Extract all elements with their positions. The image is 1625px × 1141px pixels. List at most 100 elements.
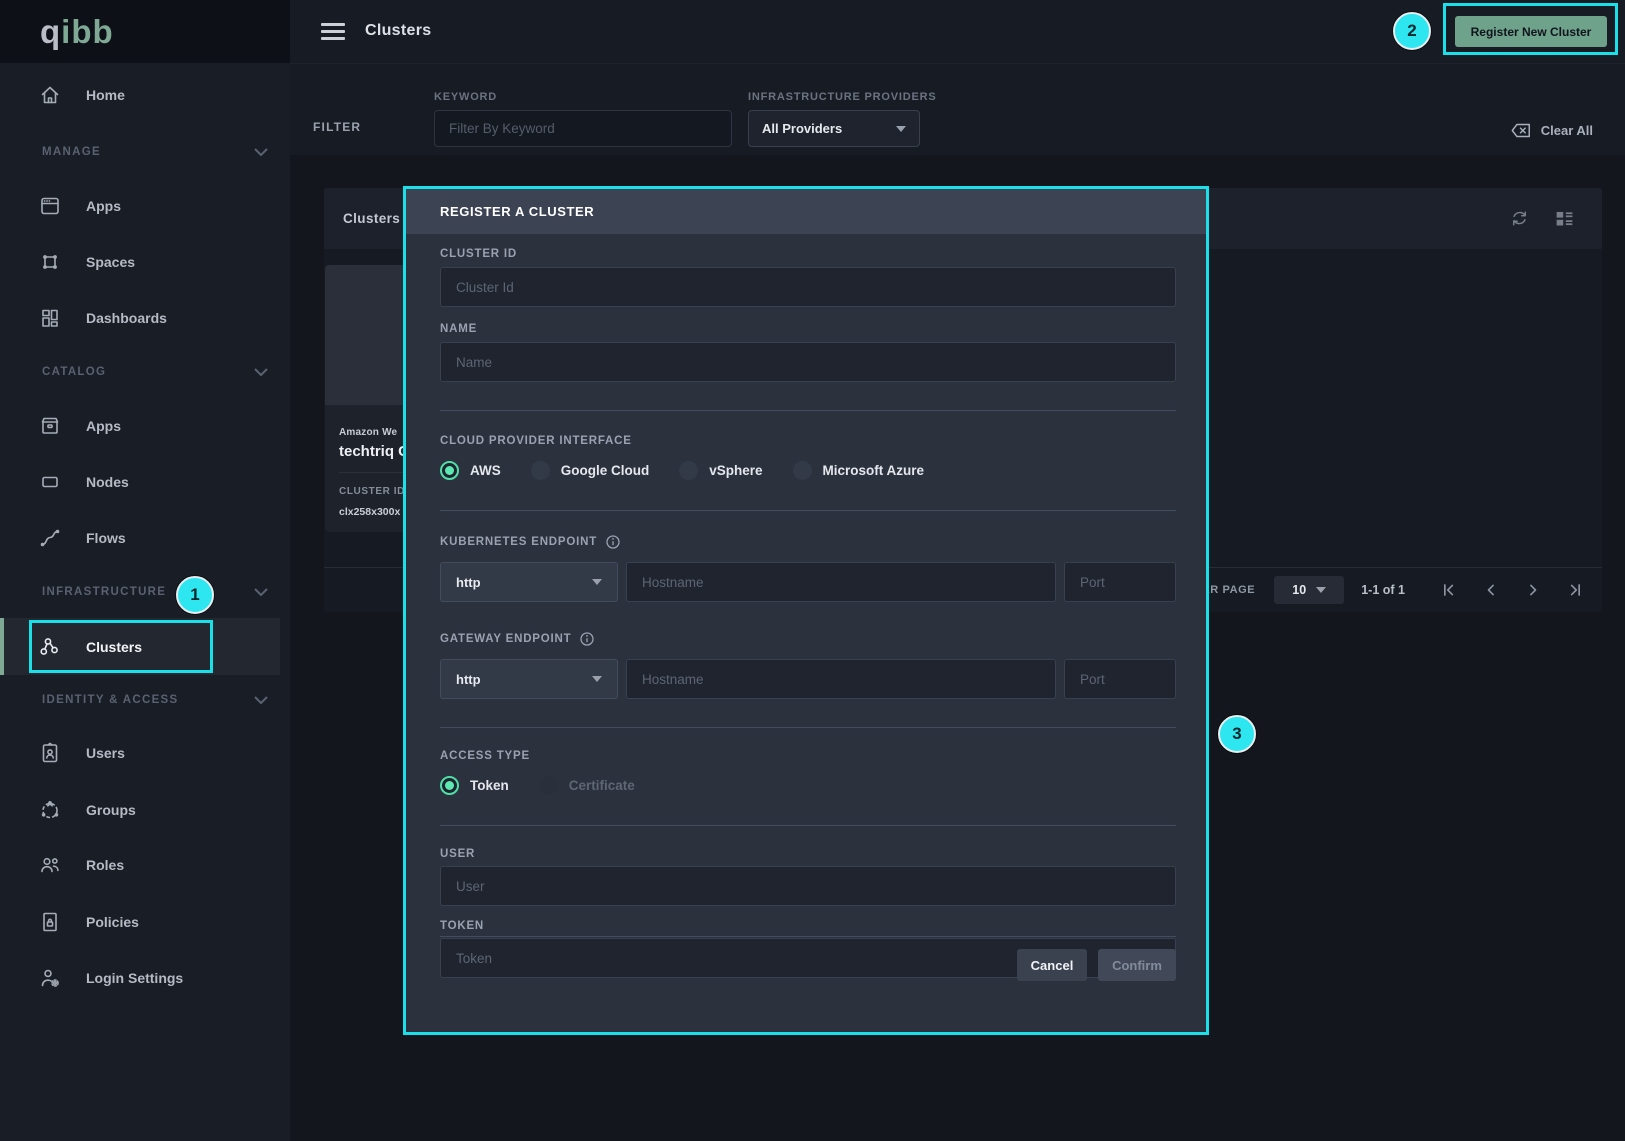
sidebar-item-flows[interactable]: Flows <box>0 518 290 558</box>
chevron-down-icon <box>1316 587 1326 593</box>
radio-google-cloud[interactable]: Google Cloud <box>531 461 650 480</box>
modal-title: REGISTER A CLUSTER <box>406 189 1206 234</box>
radio-certificate: Certificate <box>539 776 635 795</box>
first-page-icon[interactable] <box>1439 580 1459 600</box>
radio-vsphere[interactable]: vSphere <box>679 461 762 480</box>
sidebar-item-label: Policies <box>86 914 139 930</box>
radio-aws[interactable]: AWS <box>440 461 501 480</box>
sidebar-item-label: Spaces <box>86 254 135 270</box>
sidebar-section-catalog[interactable]: CATALOG <box>0 359 290 385</box>
cluster-id-input[interactable] <box>440 267 1176 307</box>
users-badge-icon <box>38 741 62 765</box>
radio-icon <box>531 461 550 480</box>
sidebar: qibb Home MANAGE Apps Spaces <box>0 0 290 1141</box>
gateway-scheme-select[interactable]: http <box>440 659 618 699</box>
refresh-icon[interactable] <box>1509 208 1530 229</box>
sidebar-item-label: Flows <box>86 530 126 546</box>
sidebar-item-groups[interactable]: Groups <box>0 790 290 830</box>
k8s-hostname-input[interactable] <box>626 562 1056 602</box>
sidebar-item-login-settings[interactable]: Login Settings <box>0 958 290 998</box>
sidebar-section-manage[interactable]: MANAGE <box>0 139 290 165</box>
active-item-accent-bar <box>0 618 4 675</box>
chevron-down-icon <box>254 368 268 376</box>
section-divider <box>440 510 1176 511</box>
home-icon <box>38 83 62 107</box>
clusters-icon <box>38 635 62 659</box>
name-input[interactable] <box>440 342 1176 382</box>
menu-icon[interactable] <box>321 23 345 40</box>
qibb-logo: qibb <box>40 13 114 51</box>
section-divider <box>440 727 1176 728</box>
roles-people-icon <box>38 853 62 877</box>
sidebar-item-label: Login Settings <box>86 970 183 986</box>
logo-block[interactable]: qibb <box>0 0 290 63</box>
radio-microsoft-azure[interactable]: Microsoft Azure <box>793 461 925 480</box>
per-page-select[interactable]: 10 <box>1274 576 1344 604</box>
sidebar-item-apps-catalog[interactable]: Apps <box>0 406 290 446</box>
nodes-icon <box>38 470 62 494</box>
gateway-port-input[interactable] <box>1064 659 1176 699</box>
gateway-hostname-input[interactable] <box>626 659 1056 699</box>
filter-label: FILTER <box>313 120 361 134</box>
apps-box-icon <box>38 414 62 438</box>
previous-page-icon[interactable] <box>1481 580 1501 600</box>
sidebar-section-infrastructure[interactable]: INFRASTRUCTURE <box>0 579 290 605</box>
chevron-down-icon <box>254 148 268 156</box>
info-icon[interactable] <box>606 535 620 549</box>
providers-select[interactable]: All Providers <box>748 110 920 147</box>
sidebar-item-home[interactable]: Home <box>0 75 290 115</box>
user-label: USER <box>440 848 1176 860</box>
sidebar-item-label: Users <box>86 745 125 761</box>
sidebar-item-policies[interactable]: Policies <box>0 902 290 942</box>
sidebar-item-label: Clusters <box>86 639 142 655</box>
clear-backspace-icon <box>1510 122 1532 139</box>
step-1-badge: 1 <box>176 576 214 614</box>
sidebar-item-roles[interactable]: Roles <box>0 845 290 885</box>
keyword-search-input[interactable] <box>434 110 732 147</box>
last-page-icon[interactable] <box>1565 580 1585 600</box>
sidebar-item-users[interactable]: Users <box>0 733 290 773</box>
step-3-badge: 3 <box>1218 715 1256 753</box>
filter-bar: FILTER KEYWORD INFRASTRUCTURE PROVIDERS … <box>290 63 1625 155</box>
gateway-endpoint-label: GATEWAY ENDPOINT <box>440 632 1176 646</box>
name-label: NAME <box>440 323 1176 335</box>
sidebar-item-spaces[interactable]: Spaces <box>0 242 290 282</box>
clear-all-button[interactable]: Clear All <box>1510 122 1593 139</box>
page-title: Clusters <box>365 22 431 40</box>
chevron-down-icon <box>592 579 602 585</box>
token-label: TOKEN <box>440 920 1176 932</box>
policies-lock-document-icon <box>38 910 62 934</box>
chevron-down-icon <box>592 676 602 682</box>
register-new-cluster-button[interactable]: Register New Cluster <box>1455 16 1607 47</box>
user-input[interactable] <box>440 866 1176 906</box>
confirm-button[interactable]: Confirm <box>1098 949 1176 981</box>
view-layout-icon[interactable] <box>1554 208 1575 229</box>
radio-icon <box>793 461 812 480</box>
sidebar-item-label: Groups <box>86 802 136 818</box>
chevron-down-icon <box>254 588 268 596</box>
next-page-icon[interactable] <box>1523 580 1543 600</box>
cancel-button[interactable]: Cancel <box>1017 949 1087 981</box>
k8s-port-input[interactable] <box>1064 562 1176 602</box>
groups-icon <box>38 798 62 822</box>
cloud-provider-label: CLOUD PROVIDER INTERFACE <box>440 435 1176 447</box>
dashboards-icon <box>38 306 62 330</box>
sidebar-item-apps-manage[interactable]: Apps <box>0 186 290 226</box>
info-icon[interactable] <box>580 632 594 646</box>
k8s-scheme-select[interactable]: http <box>440 562 618 602</box>
sidebar-section-identity[interactable]: IDENTITY & ACCESS <box>0 687 290 713</box>
modal-footer: Cancel Confirm <box>440 936 1176 993</box>
flows-icon <box>38 526 62 550</box>
sidebar-item-label: Home <box>86 87 125 103</box>
cluster-id-label: CLUSTER ID <box>440 248 1176 260</box>
section-divider <box>440 825 1176 826</box>
apps-window-icon <box>38 194 62 218</box>
chevron-down-icon <box>254 696 268 704</box>
sidebar-item-dashboards[interactable]: Dashboards <box>0 298 290 338</box>
app-window: qibb Home MANAGE Apps Spaces <box>0 0 1625 1141</box>
pagination-bar: PER PAGE 10 1-1 of 1 <box>1194 568 1585 612</box>
sidebar-item-nodes[interactable]: Nodes <box>0 462 290 502</box>
sidebar-item-label: Apps <box>86 198 121 214</box>
radio-token[interactable]: Token <box>440 776 509 795</box>
sidebar-item-clusters[interactable]: Clusters <box>0 618 280 675</box>
